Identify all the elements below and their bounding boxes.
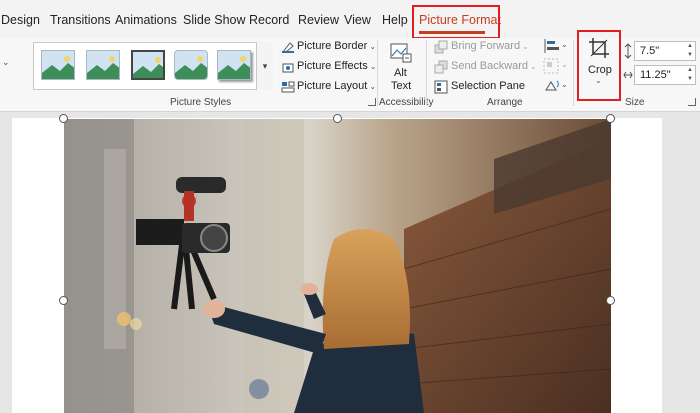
width-spinner[interactable]: ▲ ▼ — [687, 66, 693, 84]
picture-layout-label: Picture Layout — [297, 80, 368, 92]
picture-style-thumbnail[interactable] — [217, 50, 251, 80]
picture-style-thumbnail[interactable] — [41, 50, 75, 80]
group-objects-icon[interactable] — [543, 58, 561, 74]
group-separator — [426, 40, 427, 106]
picture-style-thumbnail[interactable] — [174, 50, 208, 80]
selection-pane-button[interactable]: Selection Pane — [451, 80, 525, 92]
send-backward-icon — [434, 60, 448, 74]
picture-border-button[interactable]: Picture Border ⌄ — [297, 40, 376, 52]
send-backward-label: Send Backward — [451, 60, 529, 72]
highlight-picture-format-tab — [412, 5, 500, 39]
picture-border-icon — [281, 42, 294, 53]
group-separator — [377, 40, 378, 106]
align-dropdown-icon[interactable]: ⌄ — [561, 40, 568, 49]
tab-help[interactable]: Help — [382, 13, 408, 27]
crop-icon — [589, 38, 609, 58]
crop-label: Crop — [588, 64, 612, 76]
alt-text-icon — [390, 43, 412, 63]
height-value: 7.5" — [640, 45, 660, 57]
dialog-launcher-icon[interactable] — [688, 98, 696, 106]
picture-border-label: Picture Border — [297, 40, 368, 52]
alt-text-line2[interactable]: Text — [391, 80, 411, 92]
bring-forward-label: Bring Forward — [451, 40, 521, 52]
picture-layout-icon — [281, 81, 295, 93]
picture-effects-icon — [282, 63, 294, 73]
picture-style-thumbnail[interactable] — [131, 50, 165, 80]
align-icon[interactable] — [543, 38, 561, 54]
selection-pane-icon — [434, 80, 448, 94]
street-photo-image — [64, 119, 611, 413]
width-field[interactable]: 11.25" ▲ ▼ — [634, 65, 696, 85]
picture-layout-button[interactable]: Picture Layout ⌄ — [297, 80, 376, 92]
size-group-label: Size — [625, 97, 645, 108]
height-spinner[interactable]: ▲ ▼ — [687, 42, 693, 60]
tab-view[interactable]: View — [344, 13, 371, 27]
height-field[interactable]: 7.5" ▲ ▼ — [634, 41, 696, 61]
shape-width-icon — [623, 71, 633, 79]
resize-handle[interactable] — [606, 114, 615, 123]
group-dropdown-icon[interactable]: ⌄ — [561, 60, 568, 69]
dialog-launcher-icon[interactable] — [368, 98, 376, 106]
tab-review[interactable]: Review — [298, 13, 339, 27]
alt-text-line1[interactable]: Alt — [394, 67, 407, 79]
gallery-more-button[interactable]: ▾ — [256, 42, 273, 90]
chevron-down-icon[interactable]: ⌄ — [2, 57, 10, 68]
picture-styles-gallery — [33, 42, 273, 90]
bring-forward-button[interactable]: Bring Forward ⌄ — [451, 40, 529, 52]
tab-design[interactable]: Design — [1, 13, 40, 27]
resize-handle[interactable] — [59, 114, 68, 123]
width-value: 11.25" — [640, 69, 671, 81]
picture-styles-group-label: Picture Styles — [170, 97, 232, 108]
app-window: Design Transitions Animations Slide Show… — [0, 0, 700, 413]
bring-forward-icon — [434, 40, 448, 54]
resize-handle[interactable] — [606, 296, 615, 305]
tab-record[interactable]: Record — [249, 13, 289, 27]
crop-button[interactable]: Crop ⌄ — [580, 33, 618, 98]
resize-handle[interactable] — [333, 114, 342, 123]
tab-animations[interactable]: Animations — [115, 13, 177, 27]
selected-picture[interactable] — [64, 119, 611, 413]
group-separator — [573, 40, 574, 106]
tab-transitions[interactable]: Transitions — [50, 13, 111, 27]
resize-handle[interactable] — [59, 296, 68, 305]
picture-style-thumbnail[interactable] — [86, 50, 120, 80]
picture-effects-button[interactable]: Picture Effects ⌄ — [297, 60, 376, 72]
rotate-dropdown-icon[interactable]: ⌄ — [561, 80, 568, 89]
crop-dropdown-icon: ⌄ — [595, 76, 602, 85]
arrange-group-label: Arrange — [487, 97, 523, 108]
tab-slide-show[interactable]: Slide Show — [183, 13, 246, 27]
send-backward-button[interactable]: Send Backward ⌄ — [451, 60, 537, 72]
picture-effects-label: Picture Effects — [297, 60, 368, 72]
rotate-icon[interactable] — [543, 78, 561, 94]
shape-height-icon — [624, 43, 632, 59]
